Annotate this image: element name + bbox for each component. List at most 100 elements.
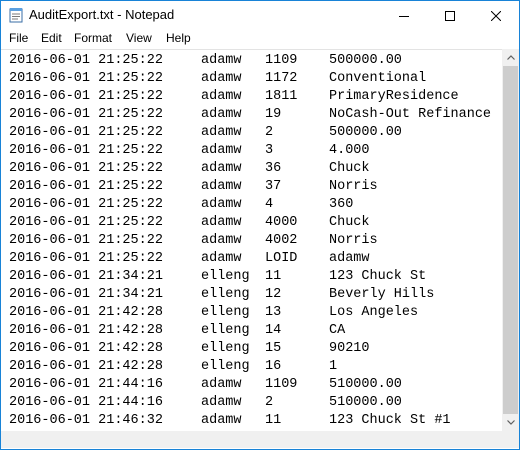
line-timestamp: 2016-06-01 21:25:22	[9, 71, 163, 86]
line-timestamp: 2016-06-01 21:25:22	[9, 215, 163, 230]
line-timestamp: 2016-06-01 21:25:22	[9, 143, 163, 158]
line-user: adamw	[201, 215, 242, 230]
line-timestamp: 2016-06-01 21:25:22	[9, 125, 163, 140]
line-user: adamw	[201, 53, 242, 68]
scroll-down-button[interactable]	[502, 414, 519, 431]
vertical-scroll-thumb[interactable]	[503, 66, 518, 414]
text-line: 2016-06-01 21:25:22 adamw 4000 Chuck	[9, 214, 370, 232]
text-line: 2016-06-01 21:42:28 elleng 14 CA	[9, 322, 345, 340]
line-user: adamw	[201, 233, 242, 248]
horizontal-scrollbar[interactable]	[1, 431, 502, 448]
text-line: 2016-06-01 21:25:22 adamw 3 4.000	[9, 142, 370, 160]
line-value: 500000.00	[329, 53, 402, 68]
text-line: 2016-06-01 21:25:22 adamw 4 360	[9, 196, 353, 214]
line-field: 1172	[265, 71, 298, 86]
line-field: 1109	[265, 53, 298, 68]
text-line: 2016-06-01 21:25:22 adamw 1811 PrimaryResid…	[9, 88, 459, 106]
text-line: 2016-06-01 21:42:28 elleng 13 Los Angeles	[9, 304, 418, 322]
size-grip[interactable]	[502, 431, 519, 448]
line-field: 19	[265, 107, 282, 122]
line-value: 123 Chuck St #1	[329, 413, 451, 428]
line-timestamp: 2016-06-01 21:34:21	[9, 287, 163, 302]
line-field: 1109	[265, 377, 298, 392]
line-timestamp: 2016-06-01 21:42:28	[9, 305, 163, 320]
line-user: adamw	[201, 395, 242, 410]
line-user: adamw	[201, 377, 242, 392]
line-timestamp: 2016-06-01 21:34:21	[9, 269, 163, 284]
line-timestamp: 2016-06-01 21:25:22	[9, 53, 163, 68]
line-timestamp: 2016-06-01 21:42:28	[9, 323, 163, 338]
scroll-up-arrow-icon	[506, 55, 515, 60]
line-user: elleng	[201, 341, 250, 356]
scroll-up-button[interactable]	[502, 49, 519, 66]
text-line: 2016-06-01 21:25:22 adamw 1109 500000.00	[9, 52, 402, 70]
line-field: 1811	[265, 89, 298, 104]
text-line: 2016-06-01 21:25:22 adamw 36 Chuck	[9, 160, 370, 178]
close-button[interactable]	[473, 1, 519, 30]
text-line: 2016-06-01 21:25:22 adamw 37 Norris	[9, 178, 378, 196]
line-timestamp: 2016-06-01 21:25:22	[9, 107, 163, 122]
text-line: 2016-06-01 21:44:16 adamw 2 510000.00	[9, 394, 402, 412]
line-timestamp: 2016-06-01 21:25:22	[9, 233, 163, 248]
text-line: 2016-06-01 21:42:28 elleng 16 1	[9, 358, 337, 376]
line-field: 16	[265, 359, 282, 374]
menu-edit[interactable]: Edit	[41, 31, 62, 45]
line-value: Los Angeles	[329, 305, 419, 320]
vertical-scrollbar[interactable]	[502, 49, 519, 431]
line-field: 11	[265, 413, 282, 428]
line-value: Chuck	[329, 215, 370, 230]
line-value: Norris	[329, 179, 378, 194]
line-field: 11	[265, 269, 282, 284]
line-timestamp: 2016-06-01 21:44:16	[9, 395, 163, 410]
line-value: 510000.00	[329, 395, 402, 410]
window-title: AuditExport.txt - Notepad	[29, 7, 175, 22]
text-line: 2016-06-01 21:46:32 adamw 11 123 Chuck St #…	[9, 412, 451, 430]
menu-view[interactable]: View	[126, 31, 152, 45]
line-user: elleng	[201, 269, 250, 284]
line-user: adamw	[201, 413, 242, 428]
line-value: adamw	[329, 251, 370, 266]
notepad-icon	[9, 8, 23, 23]
menu-file[interactable]: File	[9, 31, 28, 45]
text-line: 2016-06-01 21:25:22 adamw 19 NoCash-Out Ref…	[9, 106, 491, 124]
menu-help[interactable]: Help	[166, 31, 191, 45]
line-value: 510000.00	[329, 377, 402, 392]
text-line: 2016-06-01 21:34:21 elleng 12 Beverly Hills	[9, 286, 434, 304]
line-value: 500000.00	[329, 125, 402, 140]
line-timestamp: 2016-06-01 21:25:22	[9, 161, 163, 176]
line-value: Chuck	[329, 161, 370, 176]
line-user: adamw	[201, 143, 242, 158]
text-line: 2016-06-01 21:44:16 adamw 1109 510000.00	[9, 376, 402, 394]
line-user: adamw	[201, 107, 242, 122]
notepad-window: AuditExport.txt - Notepad File Edit Form…	[0, 0, 520, 450]
maximize-button[interactable]	[427, 1, 473, 30]
line-value: 123 Chuck St	[329, 269, 427, 284]
text-editor[interactable]: 2016-06-01 21:25:22 adamw 1109 500000.00 20…	[1, 49, 502, 432]
line-value: 90210	[329, 341, 370, 356]
line-field: LOID	[265, 251, 298, 266]
line-value: CA	[329, 323, 346, 338]
line-timestamp: 2016-06-01 21:25:22	[9, 251, 163, 266]
line-value: NoCash-Out Refinance	[329, 107, 492, 122]
text-line: 2016-06-01 21:25:22 adamw 4002 Norris	[9, 232, 378, 250]
line-field: 37	[265, 179, 282, 194]
line-field: 4002	[265, 233, 298, 248]
line-user: adamw	[201, 197, 242, 212]
line-timestamp: 2016-06-01 21:42:28	[9, 341, 163, 356]
menu-bar: File Edit Format View Help	[1, 30, 519, 49]
line-field: 36	[265, 161, 282, 176]
line-value: 360	[329, 197, 354, 212]
line-user: adamw	[201, 89, 242, 104]
line-value: Conventional	[329, 71, 427, 86]
minimize-button[interactable]	[381, 1, 427, 30]
line-field: 13	[265, 305, 282, 320]
line-field: 3	[265, 143, 274, 158]
menu-format[interactable]: Format	[74, 31, 112, 45]
maximize-icon	[445, 10, 455, 21]
line-user: adamw	[201, 251, 242, 266]
title-bar[interactable]: AuditExport.txt - Notepad	[1, 1, 519, 30]
line-user: elleng	[201, 323, 250, 338]
line-timestamp: 2016-06-01 21:25:22	[9, 179, 163, 194]
line-timestamp: 2016-06-01 21:42:28	[9, 359, 163, 374]
text-line: 2016-06-01 21:25:22 adamw 2 500000.00	[9, 124, 402, 142]
